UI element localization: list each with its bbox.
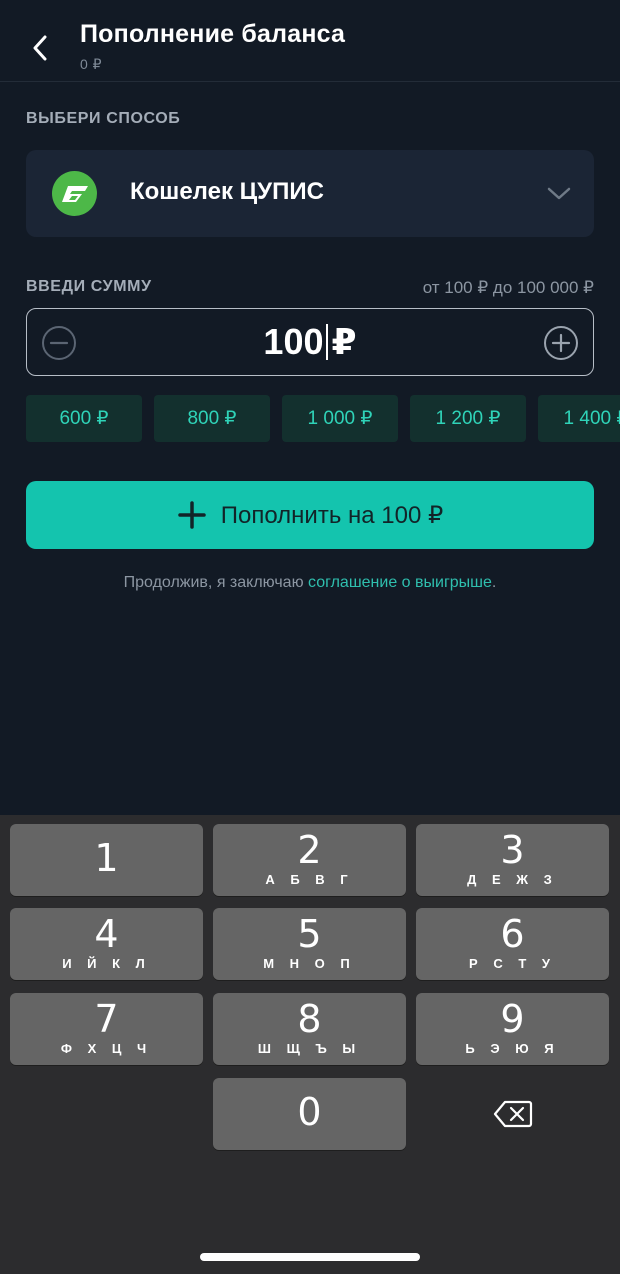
key-letters: А Б В Г — [265, 872, 354, 887]
quick-amount-chip[interactable]: 1 400 ₽ — [538, 395, 620, 442]
payment-method-name: Кошелек ЦУПИС — [130, 178, 324, 205]
plus-circle-icon — [544, 326, 578, 360]
key-digit: 4 — [94, 912, 119, 956]
amount-input[interactable]: 100 ₽ — [26, 308, 594, 376]
key-digit: 5 — [297, 912, 322, 956]
increment-button[interactable] — [543, 325, 579, 361]
header-bar: Пополнение баланса 0 ₽ — [0, 0, 620, 82]
key-9[interactable]: 9 Ь Э Ю Я — [416, 993, 609, 1065]
backspace-key[interactable] — [416, 1078, 609, 1150]
back-button[interactable] — [22, 28, 58, 68]
key-digit: 7 — [94, 997, 119, 1041]
key-digit: 1 — [94, 836, 119, 880]
key-letters: Ь Э Ю Я — [465, 1041, 560, 1056]
key-digit: 9 — [500, 997, 525, 1041]
top-up-button-label: Пополнить на 100 ₽ — [220, 501, 444, 529]
key-digit: 8 — [297, 997, 322, 1041]
key-digit: 2 — [297, 828, 322, 872]
quick-amount-chip[interactable]: 1 000 ₽ — [282, 395, 398, 442]
key-letters: Ф Х Ц Ч — [60, 1041, 153, 1056]
home-indicator[interactable] — [200, 1253, 420, 1261]
quick-amounts: 600 ₽ 800 ₽ 1 000 ₽ 1 200 ₽ 1 400 ₽ — [26, 395, 620, 443]
amount-currency: ₽ — [331, 321, 357, 362]
key-digit: 3 — [500, 828, 525, 872]
payment-method-select[interactable]: Кошелек ЦУПИС — [26, 150, 594, 237]
top-up-button[interactable]: Пополнить на 100 ₽ — [26, 481, 594, 549]
key-5[interactable]: 5 М Н О П — [213, 908, 406, 980]
key-letters: И Й К Л — [62, 956, 151, 971]
amount-range-hint: от 100 ₽ до 100 000 ₽ — [422, 278, 594, 297]
key-7[interactable]: 7 Ф Х Ц Ч — [10, 993, 203, 1065]
quick-amount-chip[interactable]: 1 200 ₽ — [410, 395, 526, 442]
key-8[interactable]: 8 Ш Щ Ъ Ы — [213, 993, 406, 1065]
key-letters: Д Е Ж З — [467, 872, 558, 887]
chevron-down-icon — [547, 187, 571, 200]
method-section-label: ВЫБЕРИ СПОСОБ — [26, 110, 181, 127]
quick-amount-chip[interactable]: 600 ₽ — [26, 395, 142, 442]
agreement-link[interactable]: соглашение о выигрыше — [308, 574, 492, 591]
key-letters: Р С Т У — [469, 956, 556, 971]
plus-icon — [178, 501, 206, 529]
agreement-prefix: Продолжив, я заключаю — [123, 574, 309, 591]
balance-value: 0 ₽ — [80, 56, 103, 72]
page-title: Пополнение баланса — [80, 20, 346, 48]
agreement-suffix: . — [491, 574, 497, 591]
amount-value: 100 — [263, 321, 324, 362]
chevron-left-icon — [33, 35, 47, 61]
cupis-wallet-logo — [52, 171, 97, 216]
key-4[interactable]: 4 И Й К Л — [10, 908, 203, 980]
key-digit: 6 — [500, 912, 525, 956]
key-6[interactable]: 6 Р С Т У — [416, 908, 609, 980]
key-digit: 0 — [297, 1090, 322, 1134]
key-2[interactable]: 2 А Б В Г — [213, 824, 406, 896]
key-3[interactable]: 3 Д Е Ж З — [416, 824, 609, 896]
key-0[interactable]: 0 — [213, 1078, 406, 1150]
key-letters: Ш Щ Ъ Ы — [257, 1041, 362, 1056]
amount-display: 100 ₽ — [27, 321, 593, 363]
quick-amount-chip[interactable]: 800 ₽ — [154, 395, 270, 442]
amount-section-label: ВВЕДИ СУММУ — [26, 278, 152, 295]
agreement-text: Продолжив, я заключаю соглашение о выигр… — [0, 574, 620, 592]
key-1[interactable]: 1 — [10, 824, 203, 896]
text-caret — [325, 324, 328, 360]
key-letters: М Н О П — [263, 956, 356, 971]
numeric-keyboard: 1 2 А Б В Г 3 Д Е Ж З 4 И Й К Л 5 М Н О … — [0, 815, 620, 1274]
backspace-icon — [493, 1100, 532, 1128]
